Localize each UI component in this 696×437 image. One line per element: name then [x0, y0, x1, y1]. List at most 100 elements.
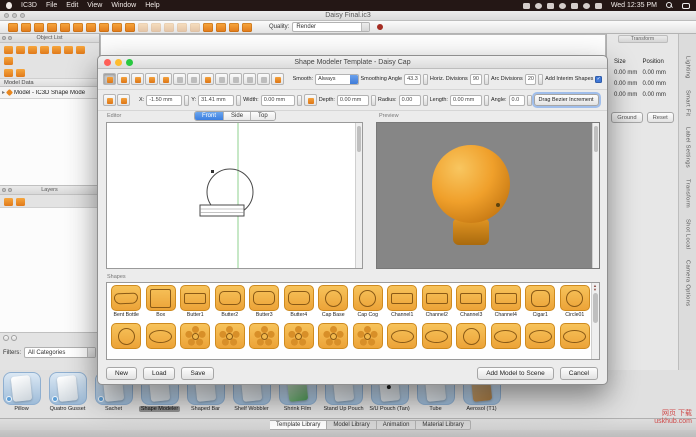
shape-item[interactable] — [109, 323, 144, 360]
move-point-icon[interactable] — [145, 73, 158, 85]
brush-icon[interactable] — [304, 94, 317, 106]
library-thumbnail[interactable] — [49, 372, 87, 405]
color-swatch-icon[interactable] — [547, 3, 554, 9]
record-indicator-icon[interactable] — [377, 24, 383, 30]
shape-thumbnail[interactable] — [180, 323, 210, 349]
shape-thumbnail[interactable] — [353, 323, 383, 349]
shape-thumbnail[interactable] — [560, 285, 590, 311]
shape-thumbnail[interactable] — [491, 323, 521, 349]
forward-icon[interactable] — [242, 23, 252, 32]
library-tab[interactable]: Template Library — [270, 420, 327, 430]
new-file-icon[interactable] — [8, 23, 18, 32]
shape-thumbnail[interactable] — [387, 285, 417, 311]
library-thumbnail[interactable] — [3, 372, 41, 405]
orbit-tool-icon[interactable] — [73, 23, 83, 32]
shape-item[interactable] — [282, 323, 317, 360]
add-point-icon[interactable] — [117, 73, 130, 85]
expand-all-icon[interactable] — [4, 69, 13, 77]
filters-select[interactable]: All Categories — [24, 347, 96, 358]
duplicate-object-icon[interactable] — [16, 46, 25, 54]
profile-editor-canvas[interactable] — [106, 122, 363, 269]
library-item[interactable]: Quatro Gusset — [48, 372, 87, 418]
shape-thumbnail[interactable] — [456, 285, 486, 311]
drag-bezier-increment-button[interactable]: Drag Bezier Increment — [534, 94, 599, 106]
shape-item[interactable]: Cap Cog — [351, 285, 386, 323]
align-tool-icon[interactable] — [138, 23, 148, 32]
shape-thumbnail[interactable] — [560, 323, 590, 349]
x-input[interactable]: -1.50 mm — [146, 95, 182, 106]
snap-icon[interactable] — [271, 73, 284, 85]
preview-canvas[interactable] — [376, 122, 600, 269]
shape-item[interactable] — [420, 323, 455, 360]
cancel-button[interactable]: Cancel — [560, 367, 598, 380]
shape-item[interactable]: Butter3 — [247, 285, 282, 323]
shape-item[interactable] — [523, 323, 558, 360]
lock-icon[interactable] — [64, 46, 73, 54]
shape-thumbnail[interactable] — [249, 323, 279, 349]
shape-thumbnail[interactable] — [215, 285, 245, 311]
save-button[interactable]: Save — [181, 367, 214, 380]
grab-tool-icon[interactable] — [190, 23, 200, 32]
width-input[interactable]: 0.00 mm — [261, 95, 295, 106]
shape-thumbnail[interactable] — [146, 323, 176, 349]
shape-item[interactable]: Cap Base — [316, 285, 351, 323]
shape-item[interactable] — [316, 323, 351, 360]
menu-item[interactable]: File — [46, 0, 57, 11]
add-object-icon[interactable] — [4, 46, 13, 54]
shape-thumbnail[interactable] — [422, 323, 452, 349]
new-button[interactable]: New — [106, 367, 137, 380]
shape-item[interactable] — [178, 323, 213, 360]
shape-thumbnail[interactable] — [318, 323, 348, 349]
zoom-tool-icon[interactable] — [60, 23, 70, 32]
shape-thumbnail[interactable] — [525, 285, 555, 311]
shape-thumbnail[interactable] — [111, 285, 141, 311]
show-icon[interactable] — [52, 46, 61, 54]
bluetooth-icon[interactable] — [571, 3, 578, 9]
battery-icon[interactable] — [595, 3, 602, 9]
ungroup-icon[interactable] — [40, 46, 49, 54]
control-center-icon[interactable] — [682, 3, 690, 9]
shape-item[interactable]: Box — [144, 285, 179, 323]
view-tab[interactable]: Side — [224, 112, 251, 120]
add-interim-checkbox[interactable]: ✓ — [595, 76, 602, 83]
depth-input[interactable]: 0.00 mm — [337, 95, 369, 106]
side-tab[interactable]: Label Settings — [685, 127, 691, 168]
move-axes-icon[interactable] — [117, 94, 130, 106]
shape-item[interactable] — [558, 323, 593, 360]
rotate-tool-icon[interactable] — [112, 23, 122, 32]
model-tree-item[interactable]: ▸ Model - IC3D Shape Mode — [0, 87, 99, 98]
mirror-icon[interactable] — [201, 73, 214, 85]
apple-menu-icon[interactable] — [6, 2, 12, 9]
length-stepper[interactable] — [484, 95, 489, 106]
shape-item[interactable] — [454, 323, 489, 360]
ground-button[interactable]: Ground — [611, 112, 642, 123]
arc-segment-icon[interactable] — [243, 73, 256, 85]
shape-item[interactable]: Circle01 — [558, 285, 593, 323]
remove-layer-icon[interactable] — [16, 198, 25, 206]
shape-thumbnail[interactable] — [284, 285, 314, 311]
redo-icon[interactable] — [187, 73, 200, 85]
shape-thumbnail[interactable] — [491, 285, 521, 311]
panel-close-icon[interactable] — [2, 36, 6, 40]
spotlight-search-icon[interactable] — [666, 2, 673, 9]
shape-thumbnail[interactable] — [111, 323, 141, 349]
side-tab[interactable]: Camera Options — [685, 260, 691, 306]
group-icon[interactable] — [28, 46, 37, 54]
save-icon[interactable] — [34, 23, 44, 32]
menu-item[interactable]: Window — [111, 0, 136, 11]
menu-item[interactable]: Help — [145, 0, 159, 11]
marquee-tool-icon[interactable] — [125, 23, 135, 32]
smoothing-angle-input[interactable]: 43.3 — [404, 74, 421, 85]
arc-divisions-stepper[interactable] — [538, 74, 543, 85]
dialog-titlebar[interactable]: Shape Modeler Template - Daisy Cap — [98, 56, 607, 69]
keyboard-icon[interactable] — [535, 3, 542, 9]
menu-clock[interactable]: Wed 12:35 PM — [611, 2, 657, 9]
angle-stepper[interactable] — [527, 95, 532, 106]
shape-item[interactable]: Butter4 — [282, 285, 317, 323]
shape-item[interactable] — [489, 323, 524, 360]
view-tab[interactable]: Top — [251, 112, 275, 120]
clock-icon[interactable] — [559, 3, 566, 9]
arc-divisions-input[interactable]: 20 — [525, 74, 537, 85]
panel-collapse-icon[interactable] — [8, 188, 12, 192]
library-tab[interactable]: Animation — [377, 420, 417, 430]
